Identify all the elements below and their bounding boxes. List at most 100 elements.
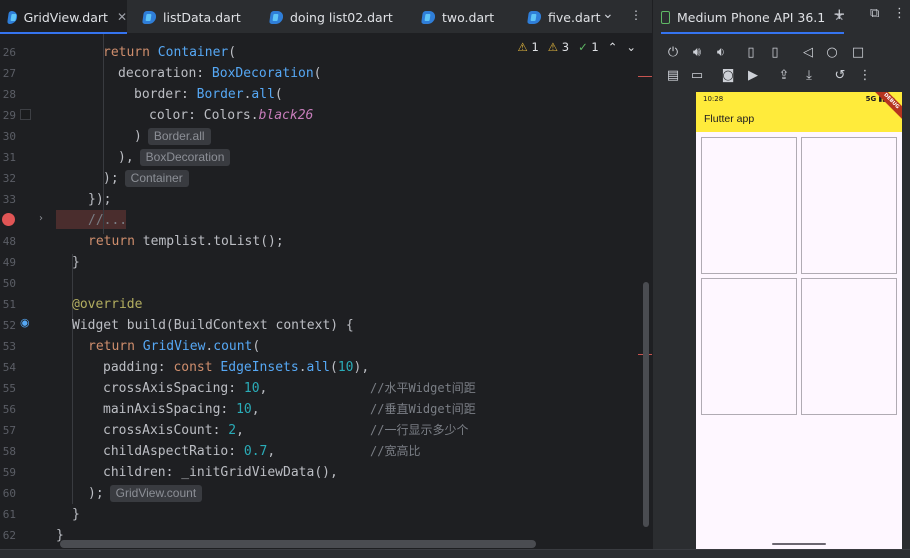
grid-item[interactable] xyxy=(701,137,797,274)
device-tab[interactable]: Medium Phone API 36.1 ✕ xyxy=(661,0,845,34)
emulator-screen[interactable]: 10:28 5G ▮▮ ▬ Flutter app DEBUG xyxy=(696,92,902,549)
closing-label-hint: GridView.count xyxy=(109,485,203,502)
code-line: return Container( xyxy=(103,45,237,60)
tab-label: two.dart xyxy=(442,9,495,25)
editor-tab-bar: GridView.dart ✕ listData.dart doing list… xyxy=(0,0,652,34)
grid-item[interactable] xyxy=(801,137,897,274)
code-line: return GridView.count( xyxy=(88,339,261,354)
download-icon[interactable]: ⤓ xyxy=(800,66,818,84)
tab-two-dart[interactable]: two.dart xyxy=(421,0,495,34)
grid-item[interactable] xyxy=(801,278,897,415)
line-number: 27 xyxy=(2,67,16,80)
display-icon[interactable]: ▭ xyxy=(688,66,706,84)
line-number: 50 xyxy=(2,277,16,290)
line-number: 48 xyxy=(2,235,16,248)
line-number: 61 xyxy=(2,508,16,521)
line-number: 33 xyxy=(2,193,16,206)
code-line: decoration: BoxDecoration( xyxy=(118,66,322,81)
tab-doing-list02-dart[interactable]: doing list02.dart xyxy=(269,0,393,34)
code-line: mainAxisSpacing: 10, xyxy=(103,402,260,417)
line-number: 53 xyxy=(2,340,16,353)
line-number: 29 xyxy=(2,109,16,122)
line-number: 56 xyxy=(2,403,16,416)
line-number: 57 xyxy=(2,424,16,437)
home-icon[interactable]: ○ xyxy=(823,43,841,61)
line-number: 26 xyxy=(2,46,16,59)
tab-label: doing list02.dart xyxy=(290,9,393,25)
line-number: 32 xyxy=(2,172,16,185)
overview-icon[interactable]: □ xyxy=(849,43,867,61)
fold-chevron-icon[interactable]: › xyxy=(39,213,43,224)
dart-file-icon xyxy=(142,10,157,24)
closing-label-hint: Border.all xyxy=(147,128,211,145)
grid-item[interactable] xyxy=(701,278,797,415)
line-number: 59 xyxy=(2,466,16,479)
line-number: 54 xyxy=(2,361,16,374)
code-line: @override xyxy=(72,297,143,312)
rotate-right-icon[interactable]: ▯ xyxy=(766,43,784,61)
line-number: 58 xyxy=(2,445,16,458)
clock: 10:28 xyxy=(703,95,724,103)
tab-label: listData.dart xyxy=(163,9,241,25)
override-marker-icon[interactable]: ◉ xyxy=(20,316,30,329)
folded-code[interactable]: //... xyxy=(88,210,127,231)
tab-five-dart[interactable]: five.dart xyxy=(527,0,601,34)
line-number: 55 xyxy=(2,382,16,395)
code-editor: GridView.dart ✕ listData.dart doing list… xyxy=(0,0,652,558)
code-area[interactable]: return Container( decoration: BoxDecorat… xyxy=(56,34,638,549)
more-vertical-icon[interactable]: ⋮ xyxy=(893,6,906,21)
gesture-bar[interactable] xyxy=(772,543,826,545)
app-bar: 10:28 5G ▮▮ ▬ Flutter app DEBUG xyxy=(696,92,902,132)
line-number: 52 xyxy=(2,319,16,332)
upload-icon[interactable]: ⇪ xyxy=(775,66,793,84)
line-number: 51 xyxy=(2,298,16,311)
scroll-marker[interactable] xyxy=(638,76,652,77)
volume-down-icon[interactable]: 🔉︎ xyxy=(712,43,730,61)
tab-label: GridView.dart xyxy=(23,9,108,25)
closing-label-hint: BoxDecoration xyxy=(139,149,231,166)
dart-file-icon xyxy=(421,10,436,24)
line-number: 28 xyxy=(2,88,16,101)
reset-icon[interactable]: ↺ xyxy=(831,66,849,84)
code-line: childAspectRatio: 0.7, xyxy=(103,444,276,459)
close-tab-icon[interactable]: ✕ xyxy=(117,10,127,24)
breakpoint-icon[interactable] xyxy=(2,213,15,226)
code-line: ) Border.all xyxy=(134,126,211,147)
code-line: children: _initGridViewData(), xyxy=(103,465,338,480)
line-number: 62 xyxy=(2,529,16,542)
dart-file-icon xyxy=(7,10,18,24)
code-line: border: Border.all( xyxy=(134,87,283,102)
code-line: Widget build(BuildContext context) { xyxy=(72,318,354,333)
code-comment: //垂直Widget间距 xyxy=(370,402,476,416)
code-line: } xyxy=(72,507,80,522)
screen-record-icon[interactable]: ▶ xyxy=(744,66,762,84)
status-bar: 10:28 5G ▮▮ ▬ xyxy=(703,95,895,103)
color-swatch-icon[interactable] xyxy=(20,109,31,120)
vertical-scrollbar[interactable] xyxy=(643,282,649,527)
code-comment: //水平Widget间距 xyxy=(370,381,476,395)
volume-up-icon[interactable]: 🔊︎ xyxy=(688,43,706,61)
rotate-left-icon[interactable]: ▯ xyxy=(742,43,760,61)
more-vertical-icon[interactable]: ⋮ xyxy=(630,8,642,22)
device-title: Medium Phone API 36.1 xyxy=(677,9,826,25)
tab-listdata-dart[interactable]: listData.dart xyxy=(142,0,241,34)
screenshot-icon[interactable]: ◙ xyxy=(719,66,737,84)
tab-gridview-dart[interactable]: GridView.dart ✕ xyxy=(0,0,127,34)
code-line: color: Colors.black26 xyxy=(149,108,314,123)
dart-file-icon xyxy=(527,10,542,24)
more-vertical-icon[interactable]: ⋮ xyxy=(856,66,874,84)
power-icon[interactable]: ⏻ xyxy=(664,43,682,61)
chevron-down-icon[interactable]: ⌄ xyxy=(602,6,614,22)
back-icon[interactable]: ◁ xyxy=(799,43,817,61)
code-line: ); Container xyxy=(103,168,189,189)
dart-file-icon xyxy=(269,10,284,24)
horizontal-scrollbar[interactable] xyxy=(60,540,536,548)
fold-icon[interactable]: ▤ xyxy=(664,66,682,84)
code-line: }); xyxy=(88,192,112,207)
line-number: 30 xyxy=(2,130,16,143)
code-line: padding: const EdgeInsets.all(10), xyxy=(103,360,370,375)
add-device-icon[interactable]: + xyxy=(833,5,846,23)
open-external-icon[interactable]: ⧉ xyxy=(870,6,879,21)
line-number: 60 xyxy=(2,487,16,500)
code-line: crossAxisSpacing: 10, xyxy=(103,381,268,396)
